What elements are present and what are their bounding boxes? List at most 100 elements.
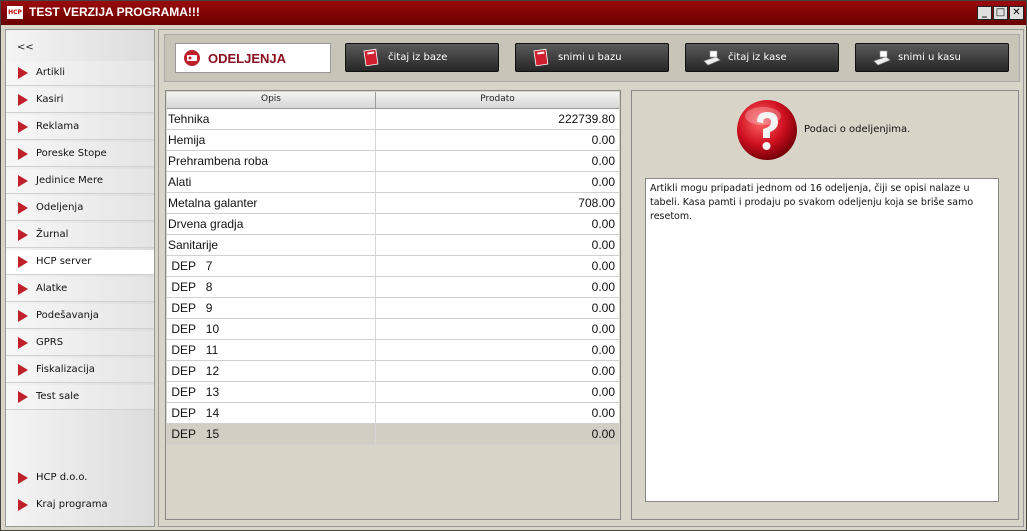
cell-opis: DEP 7 <box>168 259 213 273</box>
table-row[interactable]: DEP 9 0.00 <box>167 298 619 319</box>
sidebar-item-reklama[interactable]: Reklama <box>6 115 154 140</box>
table-row[interactable]: Drvena gradja 0.00 <box>167 214 619 235</box>
cell-prodato: 0.00 <box>591 343 615 357</box>
arrow-right-icon <box>18 229 28 241</box>
sidebar-item-label: Test sale <box>36 391 80 402</box>
column-divider <box>375 340 376 361</box>
sidebar-item-label: HCP server <box>36 256 92 267</box>
sidebar-item-label: Kraj programa <box>36 499 108 510</box>
arrow-right-icon <box>18 256 28 268</box>
section-title-label: ODELJENJA <box>208 51 287 66</box>
sidebar-item-zurnal[interactable]: Žurnal <box>6 223 154 248</box>
arrow-right-icon <box>18 310 28 322</box>
sidebar-item-label: HCP d.o.o. <box>36 472 88 483</box>
sidebar-item-label: Fiskalizacija <box>36 364 95 375</box>
cell-prodato: 0.00 <box>591 238 615 252</box>
column-divider <box>375 319 376 340</box>
cell-opis: DEP 11 <box>168 343 219 357</box>
table-row[interactable]: Alati 0.00 <box>167 172 619 193</box>
sidebar-item-podesavanja[interactable]: Podešavanja <box>6 304 154 329</box>
cell-prodato: 0.00 <box>591 301 615 315</box>
cell-opis: DEP 15 <box>168 427 220 441</box>
column-divider <box>375 151 376 172</box>
table-row[interactable]: DEP 11 0.00 <box>167 340 619 361</box>
citaj-iz-baze-button[interactable]: čitaj iz baze <box>345 43 499 72</box>
sidebar-item-fiskalizacija[interactable]: Fiskalizacija <box>6 358 154 383</box>
snimi-u-bazu-button[interactable]: snimi u bazu <box>515 43 669 72</box>
collapse-sidebar-button[interactable]: << <box>17 42 34 53</box>
snimi-u-kasu-button[interactable]: snimi u kasu <box>855 43 1009 72</box>
minimize-button[interactable]: _ <box>977 6 992 20</box>
cell-prodato: 0.00 <box>591 175 615 189</box>
sidebar-item-alatke[interactable]: Alatke <box>6 277 154 302</box>
cell-opis: Drvena gradja <box>168 217 244 231</box>
section-title: ODELJENJA <box>175 43 331 73</box>
column-divider <box>375 382 376 403</box>
table-row[interactable]: Prehrambena roba 0.00 <box>167 151 619 172</box>
sidebar-item-label: Reklama <box>36 121 80 132</box>
sidebar-item-artikli[interactable]: Artikli <box>6 61 154 86</box>
column-divider <box>375 172 376 193</box>
table-row[interactable]: Metalna galanter 708.00 <box>167 193 619 214</box>
maximize-button[interactable]: □ <box>993 6 1008 20</box>
sidebar-item-poreske-stope[interactable]: Poreske Stope <box>6 142 154 167</box>
column-header-opis[interactable]: Opis <box>167 94 375 104</box>
sidebar-item-label: Jedinice Mere <box>36 175 103 186</box>
table-row[interactable]: DEP 15 0.00 <box>167 424 619 445</box>
table-row[interactable]: DEP 13 0.00 <box>167 382 619 403</box>
button-label: snimi u kasu <box>898 52 961 63</box>
sidebar-item-odeljenja[interactable]: Odeljenja <box>6 196 154 221</box>
table-row[interactable]: Hemija 0.00 <box>167 130 619 151</box>
arrow-right-icon <box>18 94 28 106</box>
sidebar-item-label: Artikli <box>36 67 65 78</box>
column-divider <box>375 109 376 130</box>
info-text-box[interactable]: Artikli mogu pripadati jednom od 16 odel… <box>645 178 999 502</box>
table-row[interactable]: DEP 10 0.00 <box>167 319 619 340</box>
sidebar-item-label: Podešavanja <box>36 310 99 321</box>
column-header-prodato[interactable]: Prodato <box>376 94 619 104</box>
cell-opis: DEP 10 <box>168 322 220 336</box>
arrow-right-icon <box>18 121 28 133</box>
sidebar-item-hcp-d-o-o[interactable]: HCP d.o.o. <box>6 466 154 491</box>
column-divider <box>375 298 376 319</box>
arrow-right-icon <box>18 364 28 376</box>
table-row[interactable]: DEP 14 0.00 <box>167 403 619 424</box>
cell-opis: Sanitarije <box>168 238 219 252</box>
sidebar-item-label: Poreske Stope <box>36 148 107 159</box>
sidebar-item-jedinice-mere[interactable]: Jedinice Mere <box>6 169 154 194</box>
sidebar-item-gprs[interactable]: GPRS <box>6 331 154 356</box>
citaj-iz-kase-button[interactable]: čitaj iz kase <box>685 43 839 72</box>
sidebar-item-kasiri[interactable]: Kasiri <box>6 88 154 113</box>
table-row[interactable]: Sanitarije 0.00 <box>167 235 619 256</box>
column-divider <box>375 424 376 445</box>
cell-opis: Alati <box>168 175 192 189</box>
sidebar-item-label: Kasiri <box>36 94 64 105</box>
register-read-icon <box>703 50 721 66</box>
cell-prodato: 708.00 <box>578 196 615 210</box>
hcp-logo-icon: HCP <box>7 6 23 19</box>
info-text: Artikli mogu pripadati jednom od 16 odel… <box>650 183 974 222</box>
close-button[interactable]: ✕ <box>1009 6 1024 20</box>
cell-prodato: 222739.80 <box>558 112 615 126</box>
table-row[interactable]: DEP 7 0.00 <box>167 256 619 277</box>
table-row[interactable]: DEP 8 0.00 <box>167 277 619 298</box>
sidebar: << Artikli Kasiri Reklama Poreske Stope Jedi… <box>5 29 155 527</box>
cell-opis: DEP 13 <box>168 385 220 399</box>
help-icon <box>737 100 797 160</box>
column-divider <box>375 361 376 382</box>
table-row[interactable]: Tehnika 222739.80 <box>167 109 619 130</box>
table-row[interactable]: DEP 12 0.00 <box>167 361 619 382</box>
sidebar-item-test-sale[interactable]: Test sale <box>6 385 154 410</box>
database-read-icon <box>363 48 379 67</box>
cell-opis: Prehrambena roba <box>168 154 269 168</box>
sidebar-item-hcp-server[interactable]: HCP server <box>6 250 154 275</box>
cell-opis: Hemija <box>168 133 206 147</box>
title-bar[interactable]: HCP TEST VERZIJA PROGRAMA!!! _ □ ✕ <box>1 1 1026 25</box>
cell-opis: DEP 14 <box>168 406 220 420</box>
button-label: čitaj iz kase <box>728 52 787 63</box>
info-panel: Podaci o odeljenjima. Artikli mogu pripa… <box>631 90 1019 520</box>
sidebar-item-label: Alatke <box>36 283 68 294</box>
cell-opis: DEP 12 <box>168 364 220 378</box>
arrow-right-icon <box>18 499 28 511</box>
sidebar-item-kraj-programa[interactable]: Kraj programa <box>6 493 154 518</box>
